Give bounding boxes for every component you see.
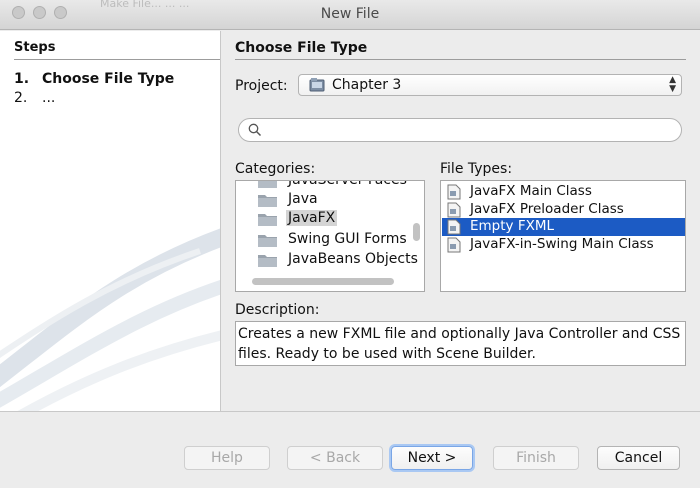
section-divider bbox=[235, 59, 686, 60]
step-label: ... bbox=[42, 90, 56, 106]
fxml-file-icon bbox=[447, 237, 461, 253]
categories-horizontal-scrollbar[interactable] bbox=[237, 276, 409, 286]
steps-header: Steps bbox=[14, 40, 56, 55]
step-number: 2. bbox=[14, 90, 28, 106]
description-label: Description: bbox=[235, 302, 320, 318]
file-type-label: JavaFX Main Class bbox=[470, 183, 592, 199]
file-type-item[interactable]: JavaFX-in-Swing Main Class bbox=[442, 236, 685, 254]
up-down-arrows-icon: ▲ ▼ bbox=[669, 75, 676, 94]
category-label: Swing GUI Forms bbox=[288, 231, 407, 247]
step-choose-file-type: 1. Choose File Type bbox=[14, 71, 174, 87]
category-label: JavaBeans Objects bbox=[288, 251, 418, 267]
steps-divider bbox=[14, 59, 220, 60]
file-types-label: File Types: bbox=[440, 161, 513, 177]
file-type-label: JavaFX Preloader Class bbox=[470, 201, 624, 217]
decorative-swoosh-graphic bbox=[0, 228, 220, 411]
fxml-file-icon bbox=[447, 184, 461, 200]
scroll-thumb[interactable] bbox=[252, 278, 394, 285]
back-button[interactable]: < Back bbox=[287, 446, 383, 470]
categories-vertical-scrollbar[interactable] bbox=[410, 181, 422, 273]
description-text: Creates a new FXML file and optionally J… bbox=[235, 321, 686, 366]
step-label: Choose File Type bbox=[42, 71, 175, 87]
scroll-thumb[interactable] bbox=[413, 223, 420, 241]
footer-divider bbox=[0, 411, 700, 412]
new-file-dialog: Make File... ... ... New File Steps 1. Ch… bbox=[0, 0, 700, 488]
folder-icon bbox=[258, 195, 277, 207]
cancel-button[interactable]: Cancel bbox=[597, 446, 680, 470]
categories-label: Categories: bbox=[235, 161, 316, 177]
section-title: Choose File Type bbox=[235, 40, 368, 56]
folder-icon bbox=[258, 181, 277, 188]
steps-panel: Steps 1. Choose File Type 2.... bbox=[0, 31, 221, 411]
finish-button[interactable]: Finish bbox=[493, 446, 579, 470]
category-label: Java bbox=[288, 191, 318, 207]
folder-icon bbox=[258, 214, 277, 226]
fxml-file-icon bbox=[447, 202, 461, 218]
file-type-label: Empty FXML bbox=[470, 218, 555, 234]
window-title: New File bbox=[320, 6, 380, 22]
search-input[interactable] bbox=[267, 121, 667, 139]
file-type-item[interactable]: JavaFX Main Class bbox=[442, 183, 685, 201]
category-label: JavaServer Faces bbox=[288, 180, 407, 188]
search-field[interactable] bbox=[238, 118, 682, 142]
project-icon bbox=[309, 78, 325, 92]
project-value: Chapter 3 bbox=[332, 77, 402, 93]
file-type-label: JavaFX-in-Swing Main Class bbox=[470, 236, 654, 252]
project-select[interactable]: Chapter 3 ▲ ▼ bbox=[298, 74, 682, 96]
fxml-file-icon bbox=[447, 219, 461, 235]
category-label: JavaFX bbox=[286, 210, 338, 226]
search-icon bbox=[248, 123, 262, 137]
next-button[interactable]: Next > bbox=[391, 446, 473, 470]
file-type-item[interactable]: JavaFX Preloader Class bbox=[442, 201, 685, 219]
step-number: 1. bbox=[14, 71, 30, 87]
title-bar[interactable]: Make File... ... ... New File bbox=[0, 0, 700, 30]
file-types-list[interactable]: JavaFX Main Class JavaFX Preloader Class… bbox=[440, 180, 686, 292]
project-label: Project: bbox=[235, 78, 288, 94]
step-next: 2.... bbox=[14, 90, 55, 106]
help-button[interactable]: Help bbox=[184, 446, 270, 470]
folder-icon bbox=[258, 255, 277, 267]
file-type-item-selected[interactable]: Empty FXML bbox=[442, 218, 685, 236]
folder-icon bbox=[258, 235, 277, 247]
